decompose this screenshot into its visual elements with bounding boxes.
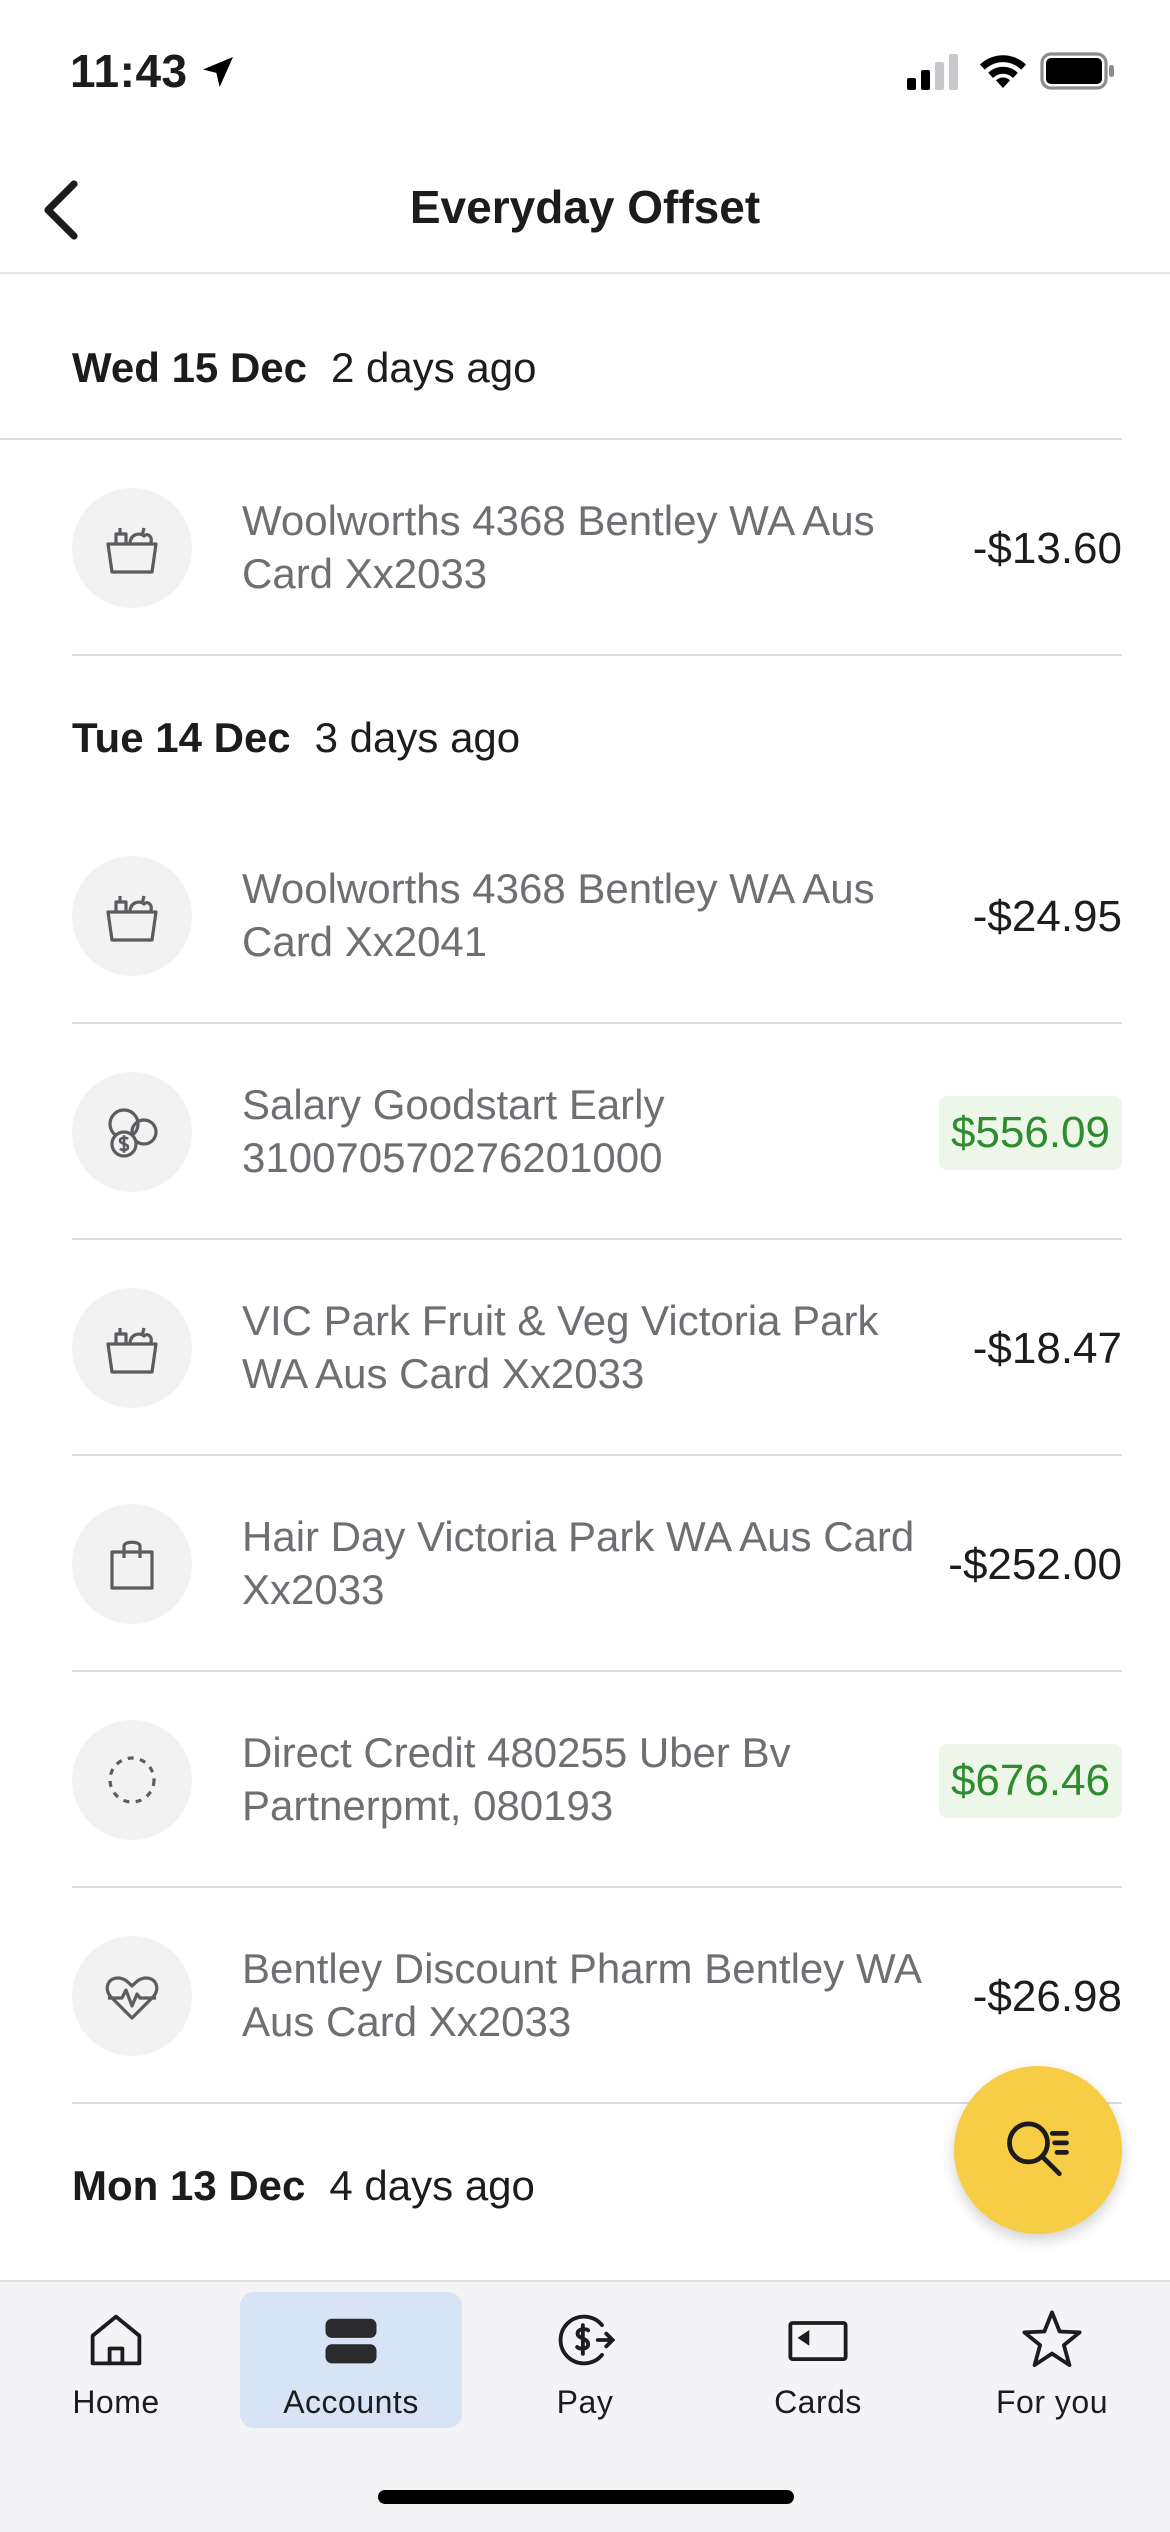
nav-header: Everyday Offset — [0, 150, 1170, 274]
transaction-list[interactable]: Wed 15 Dec 2 days ago Woolworths 4368 Be… — [0, 276, 1170, 2256]
transaction-description: Woolworths 4368 Bentley WA Aus Card Xx20… — [242, 865, 875, 965]
date-label: Wed 15 Dec — [72, 344, 307, 391]
transaction-amount: -$252.00 — [948, 1540, 1122, 1589]
date-header: Wed 15 Dec 2 days ago — [0, 276, 1122, 440]
cellular-signal-icon — [907, 54, 958, 90]
star-icon — [1022, 2310, 1082, 2367]
transaction-amount: -$18.47 — [972, 1324, 1122, 1373]
tab-label: Pay — [556, 2384, 614, 2420]
dashed-circle-icon — [72, 1720, 192, 1840]
date-header: Mon 13 Dec 4 days ago — [0, 2104, 1122, 2256]
transaction-description: Bentley Discount Pharm Bentley WA Aus Ca… — [242, 1945, 920, 2045]
pay-icon — [558, 2314, 616, 2366]
tab-label: Cards — [774, 2384, 862, 2420]
tab-for-you[interactable]: For you — [941, 2292, 1163, 2428]
battery-icon — [1040, 52, 1114, 90]
status-bar: 11:43 — [0, 0, 1170, 150]
income-coins-icon — [72, 1072, 192, 1192]
date-header: Tue 14 Dec 3 days ago — [0, 656, 1122, 808]
transaction-row[interactable]: VIC Park Fruit & Veg Victoria Park WA Au… — [72, 1240, 1122, 1456]
transaction-description: Salary Goodstart Early 31007057027620100… — [242, 1081, 665, 1181]
transaction-amount: -$26.98 — [972, 1972, 1122, 2021]
date-label: Tue 14 Dec — [72, 714, 291, 761]
date-relative-label: 4 days ago — [329, 2162, 535, 2209]
heart-pulse-icon — [72, 1936, 192, 2056]
transaction-description: Woolworths 4368 Bentley WA Aus Card Xx20… — [242, 497, 875, 597]
transaction-description: VIC Park Fruit & Veg Victoria Park WA Au… — [242, 1297, 879, 1397]
date-label: Mon 13 Dec — [72, 2162, 306, 2209]
transaction-description: Direct Credit 480255 Uber Bv Partnerpmt,… — [242, 1729, 791, 1829]
transaction-row[interactable]: Woolworths 4368 Bentley WA Aus Card Xx20… — [72, 808, 1122, 1024]
home-icon — [90, 2314, 142, 2366]
groceries-icon — [72, 488, 192, 608]
groceries-icon — [72, 856, 192, 976]
search-filter-button[interactable] — [954, 2066, 1122, 2234]
transaction-description: Hair Day Victoria Park WA Aus Card Xx203… — [242, 1513, 915, 1613]
transaction-row[interactable]: Direct Credit 480255 Uber Bv Partnerpmt,… — [72, 1672, 1122, 1888]
transaction-row[interactable]: Hair Day Victoria Park WA Aus Card Xx203… — [72, 1456, 1122, 1672]
transaction-row[interactable]: Bentley Discount Pharm Bentley WA Aus Ca… — [72, 1888, 1122, 2104]
groceries-icon — [72, 1288, 192, 1408]
tab-pay[interactable]: Pay — [474, 2292, 696, 2428]
accounts-icon — [325, 2318, 377, 2364]
status-time: 11:43 — [70, 45, 188, 97]
tab-label: Home — [72, 2384, 160, 2420]
tab-cards[interactable]: Cards — [707, 2292, 929, 2428]
tab-label: Accounts — [283, 2384, 419, 2420]
date-relative-label: 3 days ago — [314, 714, 521, 761]
transaction-amount: -$24.95 — [972, 892, 1122, 941]
transaction-amount: -$13.60 — [972, 524, 1122, 573]
tab-label: For you — [996, 2384, 1108, 2420]
transaction-row[interactable]: Salary Goodstart Early 31007057027620100… — [72, 1024, 1122, 1240]
transaction-row[interactable]: Woolworths 4368 Bentley WA Aus Card Xx20… — [72, 440, 1122, 656]
page-title: Everyday Offset — [409, 181, 761, 233]
shopping-bag-icon — [72, 1504, 192, 1624]
tab-accounts[interactable]: Accounts — [240, 2292, 462, 2428]
tab-home[interactable]: Home — [5, 2292, 227, 2428]
wifi-icon — [980, 55, 1026, 88]
transaction-amount-credit: $676.46 — [938, 1744, 1122, 1818]
search-filter-icon — [1007, 2121, 1069, 2177]
date-relative-label: 2 days ago — [331, 344, 537, 391]
location-arrow-icon — [203, 57, 233, 87]
home-indicator — [378, 2490, 794, 2504]
transaction-amount-credit: $556.09 — [938, 1096, 1122, 1170]
card-icon — [788, 2321, 848, 2362]
